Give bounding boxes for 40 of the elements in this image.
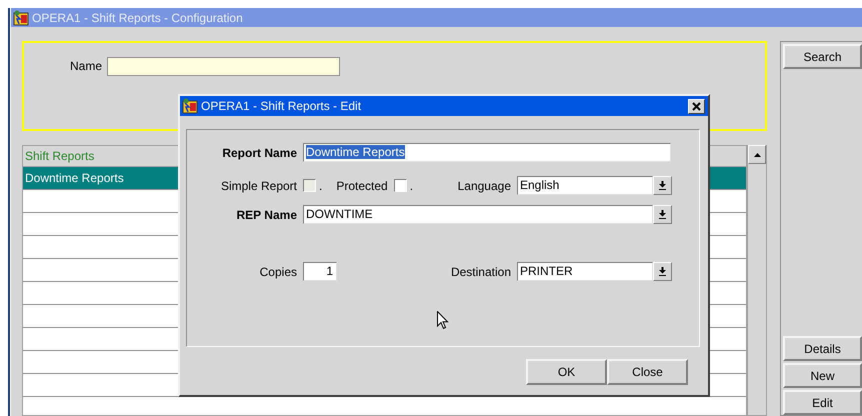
copies-field[interactable]: 1 xyxy=(303,262,337,281)
checkbox[interactable] xyxy=(394,179,407,192)
checkbox-label: Simple Report xyxy=(220,178,297,192)
dialog-title: OPERA1 - Shift Reports - Edit xyxy=(201,99,362,113)
scroll-up-button[interactable] xyxy=(748,145,766,164)
down-arrow-icon xyxy=(659,267,666,276)
app-icon xyxy=(182,98,198,114)
mouse-pointer-icon xyxy=(437,311,449,330)
field-label: Report Name xyxy=(221,146,297,160)
dot-text: . xyxy=(319,178,322,192)
app-icon xyxy=(13,10,29,26)
side-button[interactable]: Details xyxy=(783,336,862,361)
dot-text: . xyxy=(410,178,414,192)
name-field[interactable] xyxy=(107,57,340,76)
destination-field[interactable]: PRINTER xyxy=(517,262,653,281)
dialog-button[interactable]: OK xyxy=(526,359,607,385)
close-icon xyxy=(692,102,701,110)
language-field[interactable]: English xyxy=(517,176,653,195)
down-arrow-icon xyxy=(659,210,666,219)
dropdown-button[interactable] xyxy=(653,205,672,224)
side-button[interactable]: Edit xyxy=(783,390,862,415)
down-arrow-icon xyxy=(659,181,666,190)
field-label: Copies xyxy=(258,264,297,278)
window-title: OPERA1 - Shift Reports - Configuration xyxy=(32,10,243,24)
dialog-button[interactable]: Close xyxy=(607,359,688,385)
dropdown-button[interactable] xyxy=(653,262,672,281)
field-label: Language xyxy=(456,178,511,192)
field-label: Name xyxy=(68,58,102,75)
search-button[interactable]: Search xyxy=(783,44,862,69)
field-value: Downtime Reports xyxy=(306,145,405,159)
field-label: REP Name xyxy=(236,208,297,222)
report-name-field[interactable]: Downtime Reports xyxy=(303,143,671,162)
rep-name-field[interactable]: DOWNTIME xyxy=(303,205,653,224)
up-arrow-icon xyxy=(754,152,761,156)
close-button[interactable] xyxy=(688,98,705,114)
checkbox-label: Protected xyxy=(336,178,388,192)
scrollbar[interactable] xyxy=(747,145,767,416)
field-label: Destination xyxy=(450,264,511,278)
dropdown-button[interactable] xyxy=(653,176,672,195)
side-button[interactable]: New xyxy=(783,363,862,388)
